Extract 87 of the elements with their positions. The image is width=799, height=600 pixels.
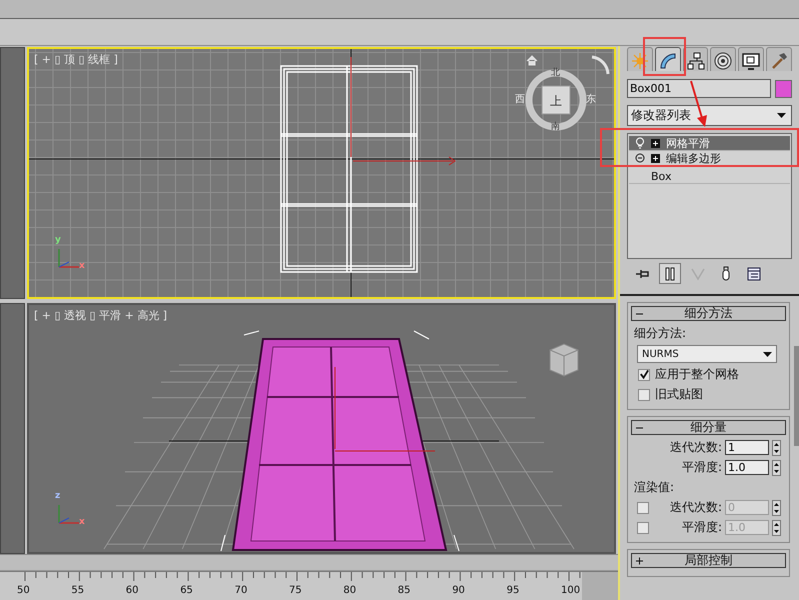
field-label: 平滑度:	[682, 459, 722, 476]
hierarchy-icon	[686, 50, 706, 70]
field-label: 平滑度:	[682, 519, 722, 536]
ruler-label: 85	[398, 585, 411, 596]
highlight-frame	[643, 37, 686, 76]
panel-tab[interactable]	[710, 47, 736, 71]
checkbox[interactable]	[637, 522, 649, 534]
ruler-label: 95	[506, 585, 520, 596]
show-end-result-button[interactable]	[659, 263, 681, 284]
configure-icon	[746, 266, 762, 282]
rollout-header[interactable]: 细分方法	[631, 306, 786, 321]
spinner-arrows-icon[interactable]	[772, 500, 781, 516]
method-dropdown[interactable]: NURMS	[637, 345, 777, 363]
number-field[interactable]: 1.0	[725, 460, 769, 475]
stack-label: 编辑多边形	[666, 150, 721, 166]
color-swatch[interactable]	[775, 80, 792, 98]
expand-icon[interactable]	[651, 154, 660, 162]
dropdown-arrow-icon	[763, 352, 772, 356]
dropdown-arrow-icon	[777, 113, 786, 118]
viewcube-label[interactable]: 上	[550, 95, 562, 107]
rollout-title: 局部控制	[684, 552, 734, 569]
ruler-label: 65	[180, 585, 193, 596]
wireframe-box-drawing[interactable]	[280, 65, 418, 273]
lightbulb-icon[interactable]	[635, 137, 645, 149]
rollout-header[interactable]: 局部控制	[631, 553, 786, 568]
rollout-header[interactable]: 细分量	[631, 420, 786, 435]
spinner-arrows-icon[interactable]	[772, 460, 781, 476]
spinner-arrows-icon[interactable]	[772, 520, 781, 536]
expand-icon[interactable]	[651, 138, 660, 148]
field-label: 细分方法:	[634, 325, 688, 342]
stack-label: Box	[651, 170, 672, 183]
viewcube-label[interactable]: 西	[515, 95, 525, 105]
section-label: 渲染值:	[634, 479, 676, 496]
rollout-title: 细分量	[690, 419, 728, 436]
checkbox[interactable]	[638, 388, 650, 400]
dropdown-text: NURMS	[642, 348, 679, 360]
spinner-arrows-icon[interactable]	[772, 440, 781, 456]
ruler-label: 55	[71, 585, 84, 596]
checkbox[interactable]	[638, 368, 650, 380]
checkbox-label[interactable]: 旧式贴图	[655, 386, 703, 403]
number-field[interactable]: 1	[725, 440, 769, 455]
viewport-label[interactable]: [ + ▯ 透视 ▯ 平滑 + 高光 ]	[34, 308, 168, 323]
ruler-label: 60	[126, 585, 139, 596]
viewcube-label[interactable]: 南	[551, 122, 560, 132]
axis-label: z	[55, 492, 60, 501]
check-icon	[639, 369, 649, 380]
viewport[interactable]: [ + ▯ 透视 ▯ 平滑 + 高光 ] z x	[27, 303, 616, 554]
transform-gizmo-drawing[interactable]	[350, 56, 456, 166]
axis-label: x	[79, 262, 85, 271]
stack-item[interactable]: 网格平滑	[629, 136, 790, 151]
field-label: 迭代次数:	[670, 499, 722, 516]
home-icon[interactable]	[526, 55, 538, 66]
toggle-icon[interactable]	[635, 152, 645, 164]
field-label: 迭代次数:	[670, 439, 722, 456]
checkbox[interactable]	[637, 502, 649, 514]
disc-icon	[713, 50, 734, 70]
ruler-label: 100	[561, 585, 580, 596]
sun-icon	[630, 50, 650, 70]
ruler-label: 80	[343, 585, 356, 596]
stack-item[interactable]: 编辑多边形	[629, 151, 790, 166]
viewcube-label[interactable]: 东	[586, 95, 596, 105]
perspective-scene-drawing[interactable]	[104, 330, 578, 552]
ruler-label: 70	[234, 585, 248, 596]
rollout-title: 细分方法	[684, 305, 734, 322]
viewcube-label[interactable]: 北	[551, 68, 560, 78]
name-field[interactable]: Box001	[627, 79, 771, 98]
ruler-label: 50	[17, 585, 30, 596]
panel-tab[interactable]	[738, 47, 764, 71]
modifier-dropdown[interactable]: 修改器列表	[627, 105, 792, 126]
viewport[interactable]: [ + ▯ 顶 ▯ 线框 ] y x 北 西 上 东 南	[27, 47, 616, 299]
scrollbar[interactable]	[794, 346, 799, 446]
ruler-label: 90	[452, 585, 465, 596]
panel-tab[interactable]	[654, 47, 681, 71]
ruler-label: 75	[289, 585, 302, 596]
plus-icon	[636, 556, 644, 564]
viewcube-drawing[interactable]	[525, 69, 587, 131]
panel-tab[interactable]	[682, 47, 708, 71]
monitor-icon	[741, 50, 762, 70]
stack-label: 网格平滑	[666, 136, 710, 150]
axis-label: y	[55, 236, 61, 245]
dropdown-text: 修改器列表	[631, 107, 691, 124]
ruler-end-block	[582, 572, 618, 600]
curve-icon	[658, 50, 678, 70]
viewport-label[interactable]: [ + ▯ 顶 ▯ 线框 ]	[34, 52, 118, 67]
axis-label: x	[79, 518, 85, 527]
checkbox-label[interactable]: 应用于整个网格	[655, 366, 739, 383]
stack-item[interactable]: Box	[629, 166, 790, 184]
